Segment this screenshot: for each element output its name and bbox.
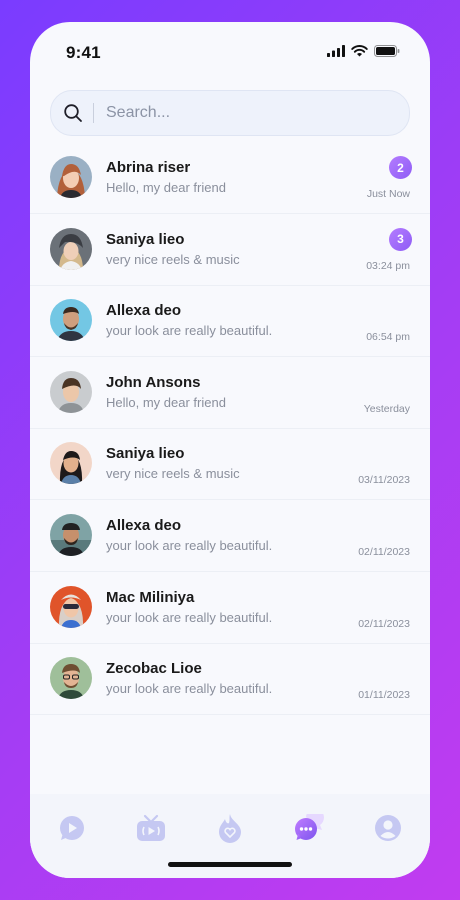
chat-row[interactable]: Mac Miliniya your look are really beauti… [30,574,430,644]
message-preview: your look are really beautiful. [106,537,273,553]
search-icon [63,103,83,123]
tab-messages[interactable] [289,808,329,850]
message-preview: your look are really beautiful. [106,609,273,625]
avatar [50,585,92,628]
message-time: 03/11/2023 [358,474,410,487]
unread-badge: 2 [389,156,412,179]
message-time: 03:24 pm [366,259,410,272]
profile-icon [374,814,402,847]
unread-badge: 3 [389,227,412,251]
contact-name: Saniya lieo [106,445,185,463]
avatar [50,156,92,198]
flame-heart-icon [217,813,243,848]
contact-name: Abrina riser [106,159,191,176]
message-preview: your look are really beautiful. [106,681,273,697]
message-preview: very nice reels & music [106,251,240,267]
message-time: Yesterday [363,402,410,415]
contact-name: Allexa deo [106,516,182,534]
contact-name: John Ansons [106,373,201,391]
tv-icon [136,814,166,847]
message-time: 02/11/2023 [358,617,410,630]
message-time: 06:54 pm [366,331,410,344]
contact-name: Mac Miliniya [106,588,195,606]
phone-screen: 9:41 Search... Abrina riser Hello, my de… [30,22,430,878]
chat-list: Abrina riser Hello, my dear friend 2 Jus… [30,144,430,717]
play-chat-icon [58,814,86,847]
tab-profile[interactable] [368,810,408,850]
avatar [50,657,92,700]
avatar [50,370,92,413]
avatar [50,513,92,556]
chat-row[interactable]: Saniya lieo very nice reels & music 03/1… [30,430,430,501]
message-preview: Hello, my dear friend [106,394,226,410]
search-bar[interactable] [50,90,410,136]
home-indicator[interactable] [168,862,292,867]
search-input[interactable] [104,103,388,123]
contact-name: Allexa deo [106,302,182,320]
avatar [50,227,92,270]
status-time: 9:41 [66,43,101,62]
search-divider [93,103,94,123]
status-bar: 9:41 [30,22,430,84]
chat-row[interactable]: Zecobac Lioe your look are really beauti… [30,645,430,716]
avatar [50,442,92,485]
chat-row[interactable]: Allexa deo your look are really beautifu… [30,287,430,358]
message-preview: very nice reels & music [106,466,240,482]
signal-icon [327,44,345,62]
messages-icon [294,808,324,847]
chat-row[interactable]: Allexa deo your look are really beautifu… [30,502,430,572]
message-time: Just Now [366,188,410,200]
wifi-icon [351,44,368,62]
message-preview: Hello, my dear friend [106,180,226,195]
message-time: 02/11/2023 [358,545,410,558]
status-icons [327,44,400,62]
chat-row[interactable]: Abrina riser Hello, my dear friend 2 Jus… [30,144,430,214]
tab-tv[interactable] [131,810,171,850]
chat-row[interactable]: Saniya lieo very nice reels & music 3 03… [30,216,430,286]
chat-row[interactable]: John Ansons Hello, my dear friend Yester… [30,359,430,429]
tab-play[interactable] [52,810,92,850]
avatar [50,299,92,342]
contact-name: Saniya lieo [106,230,185,248]
message-time: 01/11/2023 [358,689,410,702]
message-preview: your look are really beautiful. [106,323,273,339]
contact-name: Zecobac Lioe [106,660,202,678]
battery-icon [374,44,400,62]
tab-discover[interactable] [210,810,250,850]
